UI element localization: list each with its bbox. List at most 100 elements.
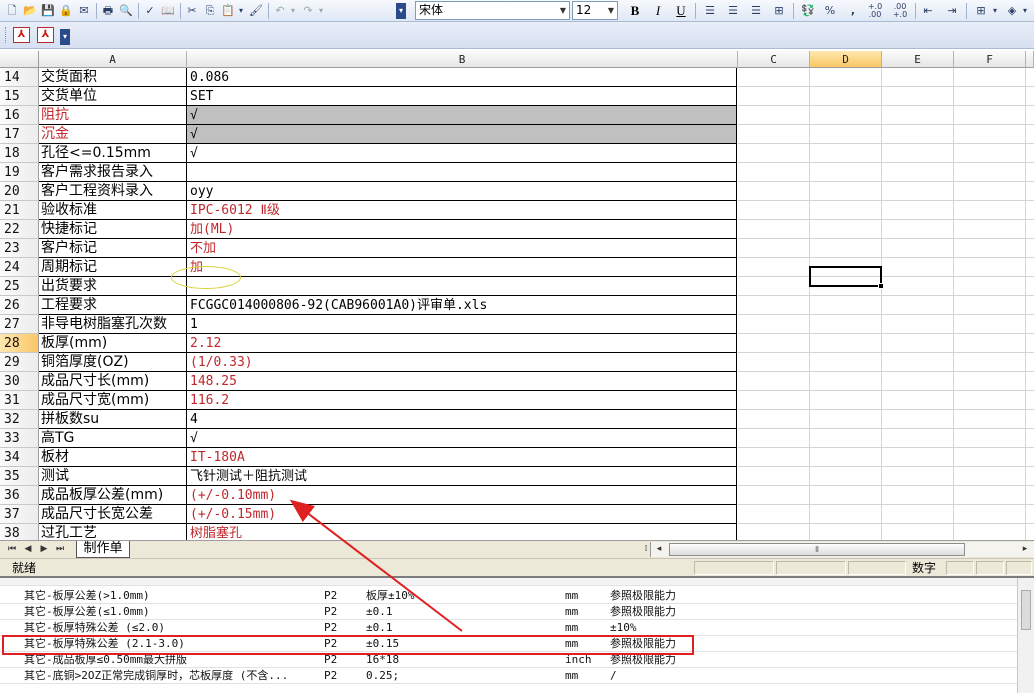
empty-cell[interactable]: [810, 239, 882, 258]
borders-dropdown-icon[interactable]: ▾: [990, 3, 1000, 19]
cell-label[interactable]: 高TG: [39, 429, 187, 448]
cell-label[interactable]: 测试: [39, 467, 187, 486]
empty-cell[interactable]: [738, 448, 810, 467]
empty-cell[interactable]: [882, 486, 954, 505]
empty-cell[interactable]: [882, 505, 954, 524]
row-header[interactable]: 14: [0, 68, 39, 87]
scrollbar-thumb[interactable]: [1021, 590, 1031, 630]
font-name-select[interactable]: 宋体 ▼: [415, 1, 570, 20]
column-header-d[interactable]: D: [810, 51, 882, 68]
empty-cell[interactable]: [738, 277, 810, 296]
empty-cell[interactable]: [1026, 315, 1034, 334]
column-header-c[interactable]: C: [738, 51, 810, 68]
column-header-g[interactable]: [1026, 51, 1034, 68]
empty-cell[interactable]: [1026, 68, 1034, 87]
empty-cell[interactable]: [1026, 505, 1034, 524]
empty-cell[interactable]: [810, 144, 882, 163]
empty-cell[interactable]: [810, 87, 882, 106]
empty-cell[interactable]: [1026, 182, 1034, 201]
row-header[interactable]: 15: [0, 87, 39, 106]
empty-cell[interactable]: [738, 220, 810, 239]
empty-cell[interactable]: [738, 391, 810, 410]
row-header[interactable]: 37: [0, 505, 39, 524]
empty-cell[interactable]: [882, 201, 954, 220]
empty-cell[interactable]: [738, 505, 810, 524]
empty-cell[interactable]: [1026, 125, 1034, 144]
cell-value[interactable]: [187, 163, 737, 182]
empty-cell[interactable]: [1026, 410, 1034, 429]
empty-cell[interactable]: [954, 182, 1026, 201]
cell-label[interactable]: 交货单位: [39, 87, 187, 106]
cell-value[interactable]: √: [187, 106, 737, 125]
row-header[interactable]: 22: [0, 220, 39, 239]
empty-cell[interactable]: [738, 467, 810, 486]
cell-label[interactable]: 客户需求报告录入: [39, 163, 187, 182]
empty-cell[interactable]: [882, 315, 954, 334]
empty-cell[interactable]: [810, 486, 882, 505]
decrease-indent-icon[interactable]: ⇤: [920, 3, 936, 19]
empty-cell[interactable]: [738, 201, 810, 220]
empty-cell[interactable]: [1026, 524, 1034, 540]
cell-value[interactable]: 加: [187, 258, 737, 277]
cell-label[interactable]: 交货面积: [39, 68, 187, 87]
empty-cell[interactable]: [882, 391, 954, 410]
horizontal-scrollbar[interactable]: ◂ ⦀ ▸: [650, 542, 1034, 557]
cell-value[interactable]: 4: [187, 410, 737, 429]
empty-cell[interactable]: [810, 429, 882, 448]
empty-cell[interactable]: [1026, 296, 1034, 315]
row-header[interactable]: 34: [0, 448, 39, 467]
empty-cell[interactable]: [954, 125, 1026, 144]
empty-cell[interactable]: [954, 296, 1026, 315]
empty-cell[interactable]: [1026, 163, 1034, 182]
empty-cell[interactable]: [738, 144, 810, 163]
empty-cell[interactable]: [738, 315, 810, 334]
empty-cell[interactable]: [882, 467, 954, 486]
decrease-decimal-button[interactable]: .00 +.0: [892, 3, 908, 19]
empty-cell[interactable]: [1026, 277, 1034, 296]
empty-cell[interactable]: [810, 410, 882, 429]
empty-cell[interactable]: [810, 220, 882, 239]
cell-label[interactable]: 板厚(mm): [39, 334, 187, 353]
empty-cell[interactable]: [738, 163, 810, 182]
chevron-down-icon[interactable]: ▼: [557, 2, 569, 19]
cell-label[interactable]: 非导电树脂塞孔次数: [39, 315, 187, 334]
cell-value[interactable]: FCGGC014000806-92(CAB96001A0)评审单.xls: [187, 296, 737, 315]
empty-cell[interactable]: [738, 296, 810, 315]
cell-value[interactable]: √: [187, 429, 737, 448]
empty-cell[interactable]: [954, 524, 1026, 540]
row-header[interactable]: 16: [0, 106, 39, 125]
toolbar-options-icon[interactable]: ▾: [396, 3, 406, 19]
empty-cell[interactable]: [954, 106, 1026, 125]
empty-cell[interactable]: [738, 334, 810, 353]
empty-cell[interactable]: [738, 68, 810, 87]
cell-label[interactable]: 出货要求: [39, 277, 187, 296]
row-header[interactable]: 32: [0, 410, 39, 429]
empty-cell[interactable]: [954, 277, 1026, 296]
cell-label[interactable]: 客户标记: [39, 239, 187, 258]
mail-icon[interactable]: ✉: [76, 3, 92, 19]
currency-icon[interactable]: 💱: [800, 3, 816, 19]
cell-label[interactable]: 周期标记: [39, 258, 187, 277]
open-icon[interactable]: 📂: [22, 3, 38, 19]
empty-cell[interactable]: [810, 448, 882, 467]
permission-icon[interactable]: 🔒: [58, 3, 74, 19]
vertical-scrollbar[interactable]: [1017, 578, 1034, 693]
scroll-right-icon[interactable]: ▸: [1019, 542, 1031, 557]
new-icon[interactable]: 🗋: [4, 3, 20, 19]
toolbar-options-icon[interactable]: ▾: [60, 29, 70, 45]
empty-cell[interactable]: [954, 201, 1026, 220]
empty-cell[interactable]: [738, 182, 810, 201]
row-header[interactable]: 23: [0, 239, 39, 258]
spelling-icon[interactable]: ✓: [142, 3, 158, 19]
cell-value[interactable]: 116.2: [187, 391, 737, 410]
empty-cell[interactable]: [954, 410, 1026, 429]
cell-value[interactable]: √: [187, 125, 737, 144]
paste-dropdown-icon[interactable]: ▾: [236, 3, 246, 19]
row-header[interactable]: 38: [0, 524, 39, 540]
empty-cell[interactable]: [810, 125, 882, 144]
empty-cell[interactable]: [882, 125, 954, 144]
empty-cell[interactable]: [954, 144, 1026, 163]
cell-label[interactable]: 孔径<=0.15mm: [39, 144, 187, 163]
empty-cell[interactable]: [954, 391, 1026, 410]
cell-value[interactable]: 飞针测试＋阻抗测试: [187, 467, 737, 486]
